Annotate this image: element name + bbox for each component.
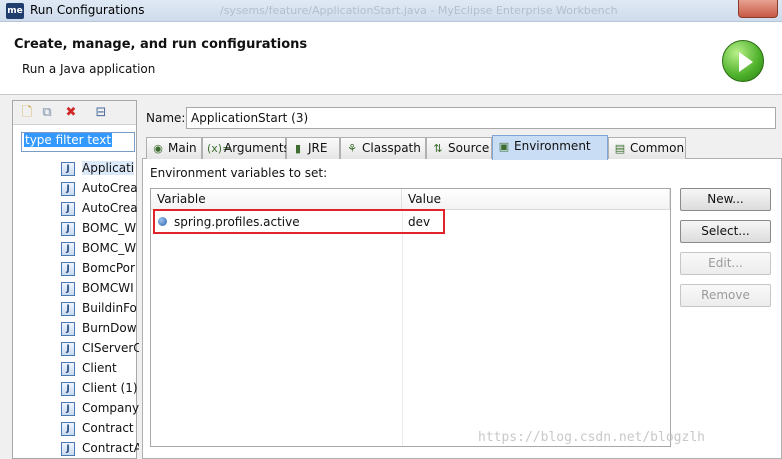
- edit-button[interactable]: Edit...: [680, 252, 771, 275]
- java-file-icon: J: [61, 342, 75, 356]
- duplicate-icon[interactable]: ⧉: [39, 105, 55, 121]
- java-file-icon: J: [61, 182, 75, 196]
- new-config-icon[interactable]: 🗋: [19, 105, 35, 121]
- tree-item[interactable]: J CIServerC: [61, 339, 139, 359]
- tree-item-label: AutoCrea: [82, 181, 138, 195]
- tree-item-label: CIServerC: [82, 341, 139, 355]
- tree-item[interactable]: J BomcPor: [61, 259, 139, 279]
- run-play-icon: [722, 40, 764, 82]
- tree-item[interactable]: J BurnDow: [61, 319, 139, 339]
- arguments-icon: (x)=: [207, 142, 232, 155]
- background-window-title: /sysems/feature/ApplicationStart.java - …: [220, 4, 618, 17]
- tree-item-label: Applicati: [82, 161, 135, 175]
- tree-item-label: ContractA: [82, 441, 139, 455]
- tree-item[interactable]: J Company: [61, 399, 139, 419]
- title-bar: me Run Configurations /sysems/feature/Ap…: [0, 0, 782, 22]
- java-file-icon: J: [61, 442, 75, 456]
- java-file-icon: J: [61, 382, 75, 396]
- tab-label: Environment: [514, 139, 591, 153]
- select-button[interactable]: Select...: [680, 220, 771, 243]
- remove-button[interactable]: Remove: [680, 284, 771, 307]
- tree-item-label: BuildinFo: [82, 301, 137, 315]
- java-file-icon: J: [61, 322, 75, 336]
- classpath-icon: ⚘: [347, 142, 357, 155]
- source-icon: ⇅: [433, 142, 443, 155]
- close-window-button[interactable]: [738, 0, 778, 18]
- tree-item-label: BOMC_W: [82, 221, 137, 235]
- tab-source[interactable]: ⇅ Source: [426, 137, 492, 159]
- tab-label: Common: [630, 141, 685, 155]
- tab-label: Main: [168, 141, 197, 155]
- tree-item[interactable]: J BuildinFo: [61, 299, 139, 319]
- tab-arguments[interactable]: (x)=Arguments: [202, 137, 290, 159]
- column-header-value[interactable]: Value: [402, 189, 670, 210]
- filter-input[interactable]: type filter text: [21, 132, 135, 152]
- tree-item[interactable]: J AutoCrea: [61, 199, 139, 219]
- tree-item[interactable]: J AutoCrea: [61, 179, 139, 199]
- configuration-toolbar: 🗋 ⧉ ✖ ⊟: [13, 101, 136, 125]
- common-icon: ▤: [614, 142, 626, 155]
- tree-item[interactable]: J BOMCWI: [61, 279, 139, 299]
- tab-label: Arguments: [224, 141, 290, 155]
- configuration-list-panel: 🗋 ⧉ ✖ ⊟ type filter text J Applicati J Auto…: [12, 100, 139, 459]
- tree-item[interactable]: J ContractA: [61, 439, 139, 459]
- tree-item-label: BOMC_W: [82, 241, 137, 255]
- tab-label: Classpath: [362, 141, 421, 155]
- java-file-icon: J: [61, 162, 75, 176]
- java-file-icon: J: [61, 202, 75, 216]
- tree-item[interactable]: J BOMC_W: [61, 239, 139, 259]
- dialog-header: Create, manage, and run configurations R…: [0, 22, 782, 95]
- environment-icon: ▣: [498, 140, 510, 153]
- java-file-icon: J: [61, 402, 75, 416]
- tree-item-label: BOMCWI: [82, 281, 134, 295]
- java-file-icon: J: [61, 262, 75, 276]
- tree-item-label: Company: [82, 401, 139, 415]
- delete-icon[interactable]: ✖: [63, 105, 79, 121]
- name-field[interactable]: ApplicationStart (3): [186, 107, 776, 129]
- tab-classpath[interactable]: ⚘ Classpath: [340, 137, 426, 159]
- tab-jre[interactable]: ▮ JRE: [286, 137, 340, 159]
- tab-environment[interactable]: ▣ Environment: [492, 135, 608, 160]
- tab-label: Source: [448, 141, 490, 155]
- filter-text: type filter text: [24, 133, 113, 147]
- java-file-icon: J: [61, 282, 75, 296]
- config-tabs: ◉ Main (x)=Arguments ▮ JRE ⚘ Classpath ⇅ Source ▣…: [142, 135, 782, 160]
- main-tab-icon: ◉: [153, 142, 163, 155]
- tree-item[interactable]: J Contract: [61, 419, 139, 439]
- java-file-icon: J: [61, 422, 75, 436]
- java-file-icon: J: [61, 362, 75, 376]
- jre-icon: ▮: [294, 142, 302, 155]
- highlight-annotation: [153, 209, 445, 234]
- tab-label: JRE: [308, 141, 328, 155]
- tree-item-label: BurnDow: [82, 321, 137, 335]
- name-label: Name:: [146, 111, 186, 125]
- column-header-variable[interactable]: Variable: [151, 189, 402, 210]
- header-title: Create, manage, and run configurations: [14, 37, 308, 52]
- java-file-icon: J: [61, 242, 75, 256]
- tree-item[interactable]: J Applicati: [61, 159, 139, 179]
- tree-item-label: BomcPor: [82, 261, 135, 275]
- new-button[interactable]: New...: [680, 188, 771, 211]
- tree-item-label: Client (1): [82, 381, 138, 395]
- tree-item-label: Client: [82, 361, 117, 375]
- tree-item[interactable]: J Client (1): [61, 379, 139, 399]
- column-divider: [402, 210, 403, 446]
- watermark: https://blog.csdn.net/blogzlh: [478, 430, 705, 445]
- environment-label: Environment variables to set:: [150, 166, 328, 180]
- tab-common[interactable]: ▤ Common: [608, 137, 686, 159]
- tree-item[interactable]: J Client: [61, 359, 139, 379]
- java-file-icon: J: [61, 222, 75, 236]
- collapse-all-icon[interactable]: ⊟: [93, 105, 109, 121]
- app-logo-icon: me: [6, 3, 24, 19]
- tab-main[interactable]: ◉ Main: [146, 137, 202, 159]
- tree-item-label: Contract: [82, 421, 134, 435]
- tree-item[interactable]: J BOMC_W: [61, 219, 139, 239]
- tree-item-label: AutoCrea: [82, 201, 138, 215]
- header-subtitle: Run a Java application: [22, 62, 156, 76]
- java-file-icon: J: [61, 302, 75, 316]
- window-title: Run Configurations: [30, 3, 145, 17]
